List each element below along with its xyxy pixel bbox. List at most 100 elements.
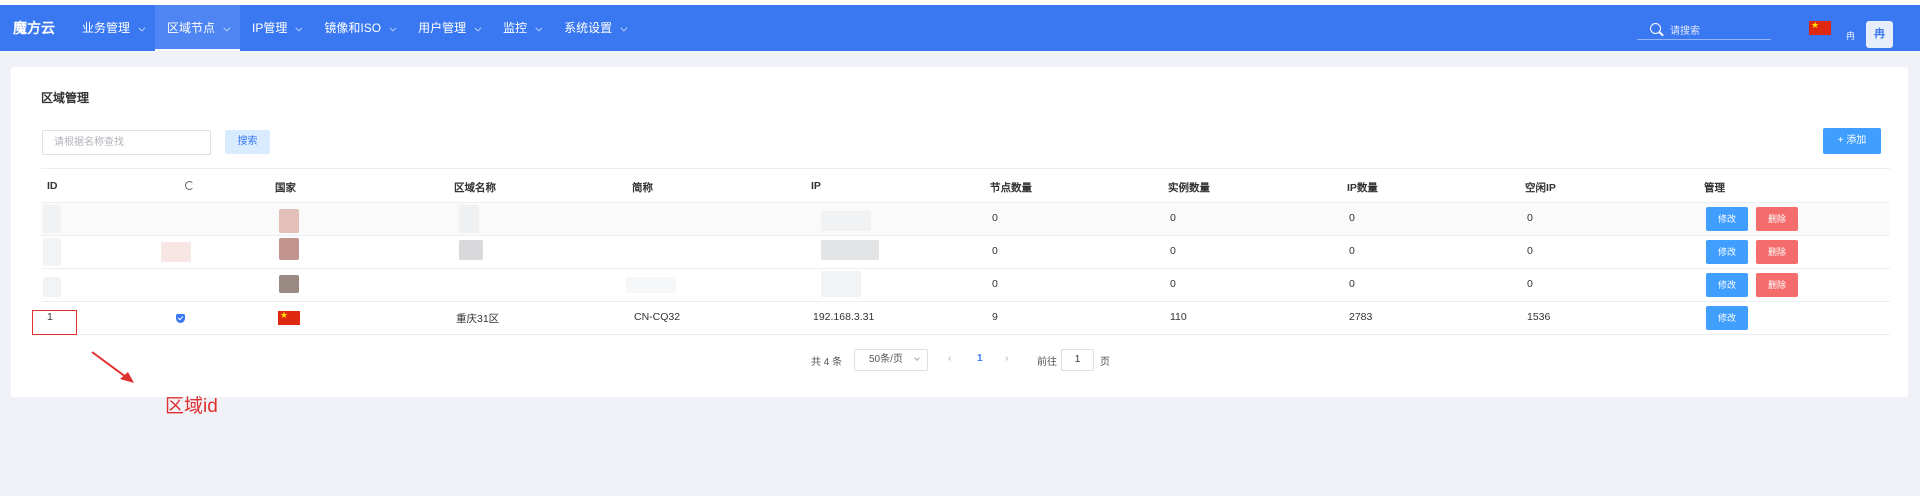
instance-count: 0: [1170, 278, 1176, 290]
menu-monitor[interactable]: 监控: [491, 5, 552, 51]
chevron-down-icon: [223, 24, 231, 32]
china-flag-icon[interactable]: [1809, 21, 1831, 35]
blurred-flag: [279, 238, 299, 260]
region-name: 重庆31区: [456, 313, 500, 325]
blurred-flag: [279, 275, 299, 293]
ip-count: 0: [1349, 212, 1355, 224]
region-ip: 192.168.3.31: [813, 311, 875, 323]
goto-page-input[interactable]: 1: [1061, 349, 1094, 371]
ip-count: 0: [1349, 278, 1355, 290]
blurred-ip: [821, 271, 861, 297]
top-navbar: 魔方云 业务管理 区域节点 IP管理 镜像和ISO 用户管理 监控 系统设置 请…: [0, 5, 1920, 51]
free-ip-count: 0: [1527, 278, 1533, 290]
chevron-down-icon: [474, 24, 482, 32]
menu-monitor-label: 监控: [503, 21, 528, 35]
edit-button[interactable]: 修改: [1706, 273, 1748, 297]
col-free-ip: 空闲IP: [1525, 182, 1556, 194]
menu-settings-label: 系统设置: [564, 21, 613, 35]
node-count: 0: [992, 278, 998, 290]
page-number-current[interactable]: 1: [977, 353, 983, 364]
main-menu: 业务管理 区域节点 IP管理 镜像和ISO 用户管理 监控 系统设置: [70, 5, 637, 51]
verified-shield-icon: [176, 314, 185, 323]
next-page-button[interactable]: ›: [1005, 353, 1008, 364]
nav-search[interactable]: 请搜索: [1637, 18, 1771, 40]
add-button[interactable]: + 添加: [1823, 128, 1881, 154]
node-count: 0: [992, 245, 998, 257]
blurred-name: [459, 240, 483, 260]
content-card: 区域管理 搜索 + 添加 ID 国家 区域名称 简称 IP 节点数量 实例数量 …: [11, 67, 1908, 397]
annotation-arrow-icon: [91, 351, 134, 383]
menu-images-iso-label: 镜像和ISO: [324, 21, 382, 35]
avatar[interactable]: 冉: [1866, 21, 1893, 48]
blurred-name: [459, 205, 479, 233]
region-search-input[interactable]: [42, 130, 211, 155]
blurred-ip: [821, 240, 879, 260]
page-size-value: 50条/页: [869, 354, 903, 365]
blurred-id: [43, 238, 61, 266]
instance-count: 0: [1170, 212, 1176, 224]
annotation-label: 区域id: [165, 396, 218, 417]
page-unit-label: 页: [1100, 357, 1110, 368]
col-short-name: 简称: [632, 182, 653, 194]
delete-button[interactable]: 删除: [1756, 207, 1798, 231]
page-size-select[interactable]: 50条/页: [854, 349, 928, 371]
blurred-id: [43, 277, 61, 297]
menu-users[interactable]: 用户管理: [406, 5, 491, 51]
menu-settings[interactable]: 系统设置: [552, 5, 637, 51]
search-button[interactable]: 搜索: [225, 130, 270, 154]
menu-users-label: 用户管理: [418, 21, 467, 35]
annotation-highlight-box: [32, 310, 77, 335]
col-instance-count: 实例数量: [1168, 182, 1210, 194]
col-node-count: 节点数量: [990, 182, 1032, 194]
search-icon: [1650, 23, 1661, 34]
edit-button[interactable]: 修改: [1706, 240, 1748, 264]
ip-count: 0: [1349, 245, 1355, 257]
free-ip-count: 0: [1527, 212, 1533, 224]
instance-count: 110: [1170, 311, 1187, 323]
col-id: ID: [47, 180, 58, 192]
col-ip-count: IP数量: [1347, 182, 1378, 194]
free-ip-count: 1536: [1527, 311, 1551, 323]
free-ip-count: 0: [1527, 245, 1533, 257]
table-row: 1 重庆31区 CN-CQ32 192.168.3.31 9 110 2783 …: [41, 302, 1890, 335]
menu-ip-label: IP管理: [252, 21, 288, 35]
chevron-down-icon: [914, 355, 920, 361]
table-row: 0 0 0 0 修改 删除: [41, 269, 1890, 302]
col-country: 国家: [275, 182, 296, 194]
blurred-ip: [821, 211, 871, 231]
menu-ip[interactable]: IP管理: [240, 5, 312, 51]
blurred-flag: [279, 209, 299, 233]
goto-label: 前往: [1037, 357, 1057, 368]
chevron-down-icon: [295, 24, 303, 32]
logo: 魔方云: [13, 20, 55, 36]
china-flag-icon: [278, 311, 300, 325]
col-ip: IP: [811, 180, 821, 192]
blurred-id: [43, 205, 61, 233]
node-count: 9: [992, 311, 998, 323]
table-row: 0 0 0 0 修改 删除: [41, 203, 1890, 236]
menu-business[interactable]: 业务管理: [70, 5, 155, 51]
delete-button[interactable]: 删除: [1756, 273, 1798, 297]
menu-region-nodes-label: 区域节点: [167, 21, 216, 35]
delete-button[interactable]: 删除: [1756, 240, 1798, 264]
menu-region-nodes[interactable]: 区域节点: [155, 5, 241, 51]
chevron-down-icon: [138, 24, 146, 32]
table-header: ID 国家 区域名称 简称 IP 节点数量 实例数量 IP数量 空闲IP 管理: [41, 168, 1890, 203]
edit-button[interactable]: 修改: [1706, 207, 1748, 231]
language-label[interactable]: 冉: [1846, 29, 1855, 42]
page-title: 区域管理: [41, 91, 90, 105]
region-short-name: CN-CQ32: [634, 311, 681, 323]
blurred-short: [626, 277, 676, 293]
ip-count: 2783: [1349, 311, 1373, 323]
col-manage: 管理: [1704, 182, 1725, 194]
refresh-icon[interactable]: [185, 181, 194, 190]
nav-search-placeholder: 请搜索: [1670, 26, 1700, 37]
col-region-name: 区域名称: [454, 182, 496, 194]
chevron-down-icon: [620, 24, 628, 32]
edit-button[interactable]: 修改: [1706, 306, 1748, 330]
menu-images-iso[interactable]: 镜像和ISO: [312, 5, 406, 51]
chevron-down-icon: [535, 24, 543, 32]
table-row: 0 0 0 0 修改 删除: [41, 236, 1890, 269]
menu-business-label: 业务管理: [82, 21, 131, 35]
prev-page-button[interactable]: ‹: [948, 353, 951, 364]
